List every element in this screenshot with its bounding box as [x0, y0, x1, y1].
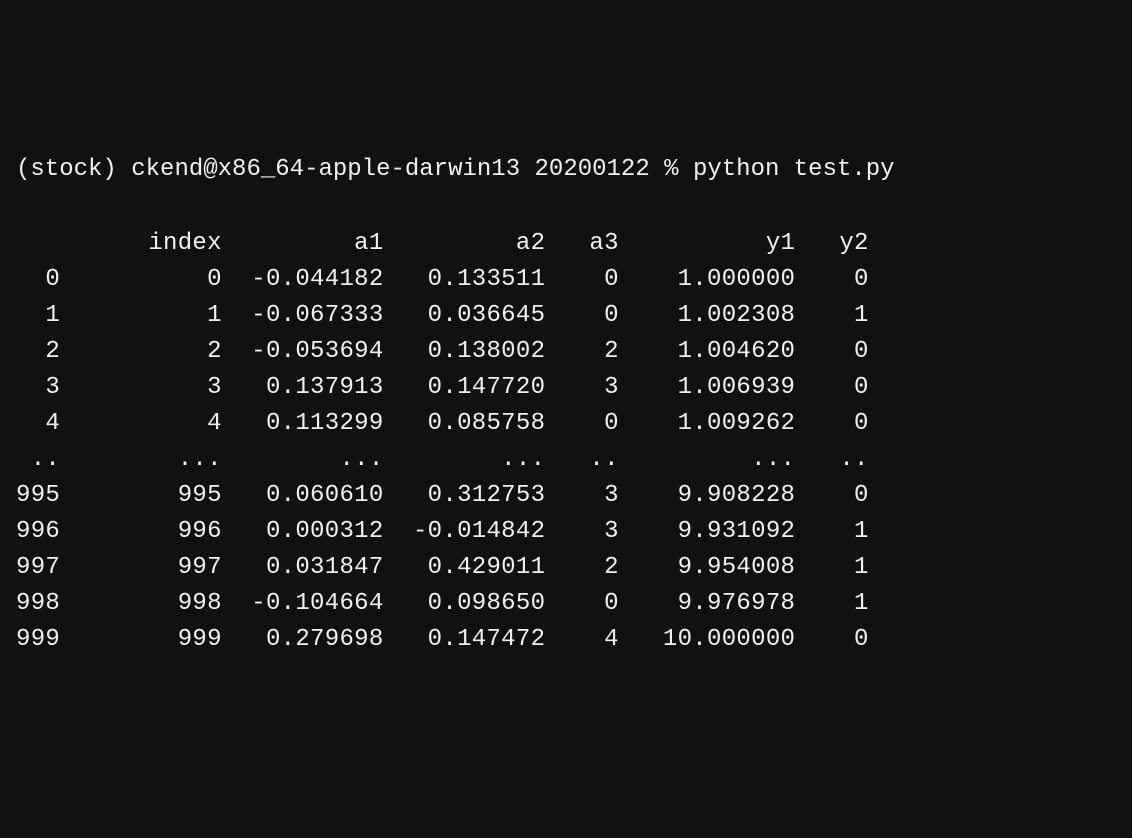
table-row: 996 996 0.000312 -0.014842 3 9.931092 1 — [16, 514, 1116, 550]
table-row: 4 4 0.113299 0.085758 0 1.009262 0 — [16, 406, 1116, 442]
user-host: ckend@x86_64-apple-darwin13 — [131, 156, 520, 183]
dataframe-output: index a1 a2 a3 y1 y2 0 0 -0.044182 0.133… — [16, 226, 1116, 658]
table-row: 995 995 0.060610 0.312753 3 9.908228 0 — [16, 478, 1116, 514]
terminal-prompt[interactable]: (stock) ckend@x86_64-apple-darwin13 2020… — [16, 152, 1116, 188]
command: python test.py — [693, 156, 895, 183]
header-row: index a1 a2 a3 y1 y2 — [16, 226, 1116, 262]
table-row: 3 3 0.137913 0.147720 3 1.006939 0 — [16, 370, 1116, 406]
env-name: (stock) — [16, 156, 117, 183]
prompt-symbol: % — [664, 156, 678, 183]
table-row: 2 2 -0.053694 0.138002 2 1.004620 0 — [16, 334, 1116, 370]
table-row: 999 999 0.279698 0.147472 4 10.000000 0 — [16, 622, 1116, 658]
table-row: 998 998 -0.104664 0.098650 0 9.976978 1 — [16, 586, 1116, 622]
table-row: 1 1 -0.067333 0.036645 0 1.002308 1 — [16, 298, 1116, 334]
table-row: 0 0 -0.044182 0.133511 0 1.000000 0 — [16, 262, 1116, 298]
table-row: 997 997 0.031847 0.429011 2 9.954008 1 — [16, 550, 1116, 586]
current-dir: 20200122 — [535, 156, 650, 183]
ellipsis-row: .. ... ... ... .. ... .. — [16, 442, 1116, 478]
